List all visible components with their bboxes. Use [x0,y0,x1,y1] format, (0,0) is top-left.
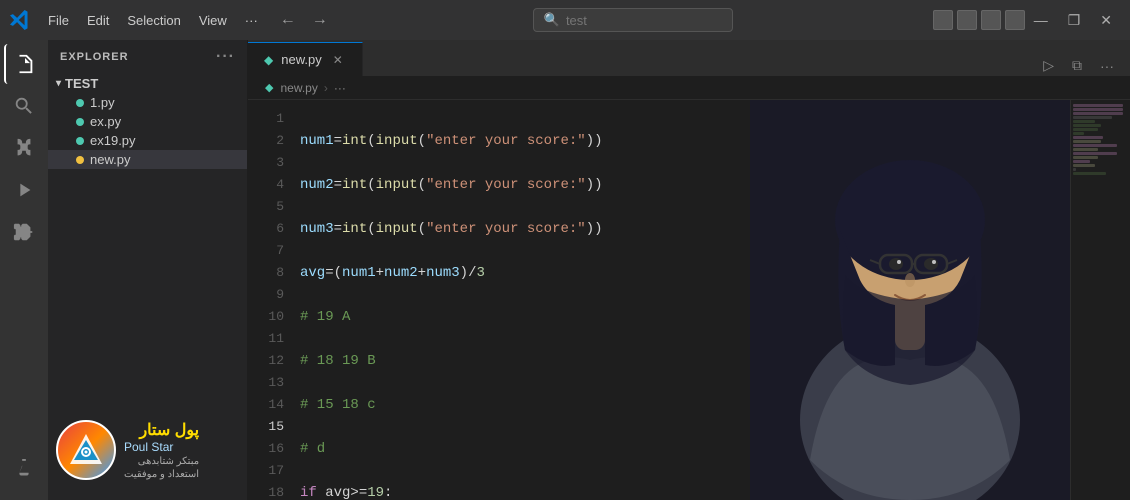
breadcrumb-file[interactable]: new.py [280,81,317,95]
menu-file[interactable]: File [40,9,77,32]
tab-label: new.py [281,52,321,67]
nav-buttons: ← → [274,9,334,31]
menu-selection[interactable]: Selection [119,9,188,32]
logo-brand-fa: پول ستار [124,420,199,440]
layout-buttons [932,10,1026,30]
logo-tagline: مبتکر شتابدهی [124,456,199,467]
sidebar-header: EXPLORER ··· [48,40,247,74]
tab-bar: ◆ new.py ✕ ▷ ⧉ ··· [248,40,1130,76]
file-name: new.py [90,152,130,167]
folder-label: TEST [65,76,98,91]
search-bar: 🔍 [354,8,912,32]
file-item-expy[interactable]: ex.py [48,112,247,131]
activity-source-control-icon[interactable] [4,128,44,168]
minimize-button[interactable]: — [1026,8,1056,32]
activity-flask-icon[interactable] [4,450,44,490]
code-editor[interactable]: 12345 678910 11121314 15 16171819 num1=i… [248,100,1130,500]
maximize-button[interactable]: ❐ [1060,8,1089,33]
tab-close-button[interactable]: ✕ [330,52,346,68]
file-dot-icon [76,156,84,164]
window-controls: — ❐ ✕ [1026,8,1120,33]
code-content[interactable]: num1=int(input("enter your score:")) num… [292,100,1070,500]
close-button[interactable]: ✕ [1092,8,1120,33]
editor-area: ◆ new.py ✕ ▷ ⧉ ··· ◆ new.py › ··· 12345 … [248,40,1130,500]
activity-bottom [4,450,44,490]
activity-bar [0,40,48,500]
bottom-logo: پول ستار Poul Star مبتکر شتابدهی استعداد… [56,410,241,490]
split-editor-button[interactable]: ⧉ [1066,55,1088,76]
nav-forward-button[interactable]: → [306,9,334,31]
file-item-ex19py[interactable]: ex19.py [48,131,247,150]
menu-more[interactable]: ··· [237,9,266,32]
nav-back-button[interactable]: ← [274,9,302,31]
tab-dot-icon: ◆ [264,53,273,67]
activity-extensions-icon[interactable] [4,212,44,252]
main-area: EXPLORER ··· ▾ TEST 1.py ex.py ex19.py [0,40,1130,500]
file-dot-icon [76,99,84,107]
title-bar: File Edit Selection View ··· ← → 🔍 — ❐ ✕ [0,0,1130,40]
activity-search-icon[interactable] [4,86,44,126]
file-dot-icon [76,137,84,145]
logo-brand-en: Poul Star [124,440,199,454]
sidebar-more-button[interactable]: ··· [216,48,235,66]
breadcrumb-more[interactable]: ··· [334,81,346,95]
menu-edit[interactable]: Edit [79,9,117,32]
activity-explorer-icon[interactable] [4,44,44,84]
menu-view[interactable]: View [191,9,235,32]
file-name: ex.py [90,114,121,129]
sidebar-title: EXPLORER [60,51,129,63]
sidebar: EXPLORER ··· ▾ TEST 1.py ex.py ex19.py [48,40,248,500]
vscode-logo-icon [10,10,30,30]
activity-run-icon[interactable] [4,170,44,210]
breadcrumb: ◆ new.py › ··· [248,76,1130,100]
tab-actions: ▷ ⧉ ··· [1037,55,1130,76]
layout-btn-2[interactable] [957,10,977,30]
logo-svg-icon [66,430,106,470]
chevron-down-icon: ▾ [56,78,61,89]
title-search-input[interactable] [566,13,696,28]
layout-btn-4[interactable] [1005,10,1025,30]
file-item-1py[interactable]: 1.py [48,93,247,112]
file-name: 1.py [90,95,115,110]
search-icon: 🔍 [544,12,560,28]
logo-tagline2: استعداد و موفقیت [124,469,199,480]
layout-btn-1[interactable] [933,10,953,30]
file-name: ex19.py [90,133,136,148]
minimap[interactable] [1070,100,1130,500]
search-wrapper: 🔍 [533,8,733,32]
breadcrumb-sep: › [324,81,328,95]
line-numbers: 12345 678910 11121314 15 16171819 [248,100,292,500]
breadcrumb-icon: ◆ [265,81,273,94]
layout-btn-3[interactable] [981,10,1001,30]
minimap-content [1071,100,1130,180]
file-dot-icon [76,118,84,126]
logo-text-area: پول ستار Poul Star مبتکر شتابدهی استعداد… [124,420,199,480]
file-item-newpy[interactable]: new.py [48,150,247,169]
run-button[interactable]: ▷ [1037,55,1060,76]
tab-newpy[interactable]: ◆ new.py ✕ [248,42,363,76]
more-actions-button[interactable]: ··· [1094,56,1120,76]
menu-bar: File Edit Selection View ··· [40,9,266,32]
folder-test[interactable]: ▾ TEST [48,74,247,93]
logo-circle [56,420,116,480]
